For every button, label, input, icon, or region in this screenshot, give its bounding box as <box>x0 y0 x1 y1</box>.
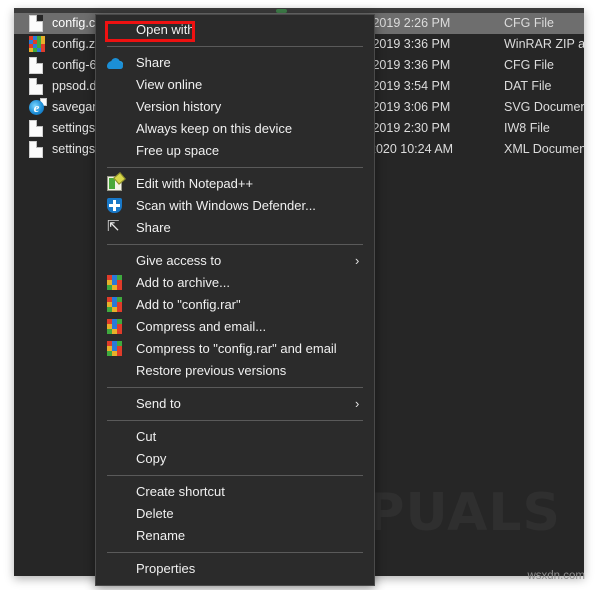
menu-item-label: Delete <box>136 506 174 521</box>
file-date-modified: /2019 2:30 PM <box>369 121 451 135</box>
file-type: SVG Document <box>504 100 584 114</box>
menu-item-properties[interactable]: Properties <box>96 558 374 580</box>
document-icon <box>29 120 43 137</box>
winrar-icon <box>107 341 123 357</box>
watermark-host-text: wsxdn.com <box>527 570 585 582</box>
menu-item-version-history[interactable]: Version history <box>96 96 374 118</box>
menu-item-label: Cut <box>136 429 157 444</box>
menu-item-add-to-config-rar[interactable]: Add to "config.rar" <box>96 294 374 316</box>
shield-icon <box>107 198 123 214</box>
file-type: CFG File <box>504 16 554 30</box>
file-type: XML Document <box>504 142 584 156</box>
file-date-modified: /2019 2:26 PM <box>369 16 451 30</box>
file-icon-wrap <box>29 141 46 158</box>
menu-item-always-keep-on-this-device[interactable]: Always keep on this device <box>96 118 374 140</box>
menu-item-share[interactable]: Share <box>96 52 374 74</box>
internet-explorer-icon: e <box>29 98 47 116</box>
file-type: WinRAR ZIP arch <box>504 37 584 51</box>
menu-item-copy[interactable]: Copy <box>96 448 374 470</box>
document-icon <box>29 78 43 95</box>
menu-item-label: Properties <box>136 561 196 576</box>
menu-separator <box>107 46 363 47</box>
file-icon-wrap <box>29 36 46 53</box>
file-type: CFG File <box>504 58 554 72</box>
menu-item-label: Add to "config.rar" <box>136 297 241 312</box>
menu-item-label: Compress and email... <box>136 319 267 334</box>
menu-separator <box>107 475 363 476</box>
menu-item-label: Share <box>136 55 171 70</box>
menu-item-label: Create shortcut <box>136 484 225 499</box>
menu-item-restore-previous-versions[interactable]: Restore previous versions <box>96 360 374 382</box>
menu-item-label: Edit with Notepad++ <box>136 176 254 191</box>
screenshot-root: config.cfg/2019 2:26 PM CFG File config.zi… <box>0 0 597 590</box>
file-icon-wrap: e <box>29 98 47 116</box>
menu-item-send-to[interactable]: Send to › <box>96 393 374 415</box>
menu-item-label: View online <box>136 77 203 92</box>
menu-separator <box>107 387 363 388</box>
context-menu[interactable]: Open with Share View online Version history… <box>95 14 375 586</box>
menu-item-label: Scan with Windows Defender... <box>136 198 316 213</box>
file-icon-wrap <box>29 15 46 32</box>
menu-item-label: Compress to "config.rar" and email <box>136 341 337 356</box>
file-date-modified: /2019 3:36 PM <box>369 37 451 51</box>
status-dot-icon <box>276 9 287 13</box>
menu-item-label: Share <box>136 220 171 235</box>
file-type: IW8 File <box>504 121 550 135</box>
winrar-icon <box>107 319 123 335</box>
menu-item-delete[interactable]: Delete <box>96 503 374 525</box>
menu-item-label: Free up space <box>136 143 220 158</box>
chevron-right-icon: › <box>355 253 360 268</box>
menu-separator <box>107 420 363 421</box>
menu-item-compress-and-email[interactable]: Compress and email... <box>96 316 374 338</box>
winrar-icon <box>107 297 123 313</box>
menu-separator <box>107 167 363 168</box>
menu-item-share[interactable]: ⇱ Share <box>96 217 374 239</box>
file-icon-wrap <box>29 78 46 95</box>
chevron-right-icon: › <box>355 396 360 411</box>
winrar-icon <box>107 275 123 291</box>
share-arrow-icon: ⇱ <box>107 218 120 235</box>
file-icon-wrap <box>29 120 46 137</box>
menu-separator <box>107 244 363 245</box>
file-icon-wrap <box>29 57 46 74</box>
menu-item-open-with[interactable]: Open with <box>96 19 374 41</box>
menu-item-label: Restore previous versions <box>136 363 287 378</box>
menu-item-label: Rename <box>136 528 186 543</box>
file-date-modified: 2020 10:24 AM <box>369 142 454 156</box>
menu-item-scan-with-windows-defender[interactable]: Scan with Windows Defender... <box>96 195 374 217</box>
document-icon <box>29 57 43 74</box>
menu-item-label: Give access to <box>136 253 222 268</box>
menu-item-free-up-space[interactable]: Free up space <box>96 140 374 162</box>
onedrive-cloud-icon <box>107 55 123 71</box>
menu-item-view-online[interactable]: View online <box>96 74 374 96</box>
file-date-modified: /2019 3:54 PM <box>369 79 451 93</box>
menu-item-give-access-to[interactable]: Give access to › <box>96 250 374 272</box>
menu-item-create-shortcut[interactable]: Create shortcut <box>96 481 374 503</box>
menu-item-label: Copy <box>136 451 167 466</box>
menu-item-edit-with-notepad[interactable]: Edit with Notepad++ <box>96 172 374 195</box>
menu-item-compress-to-config-rar-and-email[interactable]: Compress to "config.rar" and email <box>96 338 374 360</box>
menu-item-label: Add to archive... <box>136 275 230 290</box>
winrar-archive-icon <box>29 36 45 52</box>
menu-item-label: Open with <box>136 22 195 37</box>
menu-separator <box>107 552 363 553</box>
menu-item-add-to-archive[interactable]: Add to archive... <box>96 272 374 294</box>
file-date-modified: /2019 3:36 PM <box>369 58 451 72</box>
notepad-plus-plus-icon <box>107 172 126 192</box>
menu-item-label: Send to <box>136 396 181 411</box>
menu-item-label: Always keep on this device <box>136 121 293 136</box>
menu-item-rename[interactable]: Rename <box>96 525 374 547</box>
document-icon <box>29 15 43 32</box>
document-icon <box>29 141 43 158</box>
menu-item-label: Version history <box>136 99 222 114</box>
file-date-modified: /2019 3:06 PM <box>369 100 451 114</box>
menu-item-cut[interactable]: Cut <box>96 426 374 448</box>
file-type: DAT File <box>504 79 552 93</box>
